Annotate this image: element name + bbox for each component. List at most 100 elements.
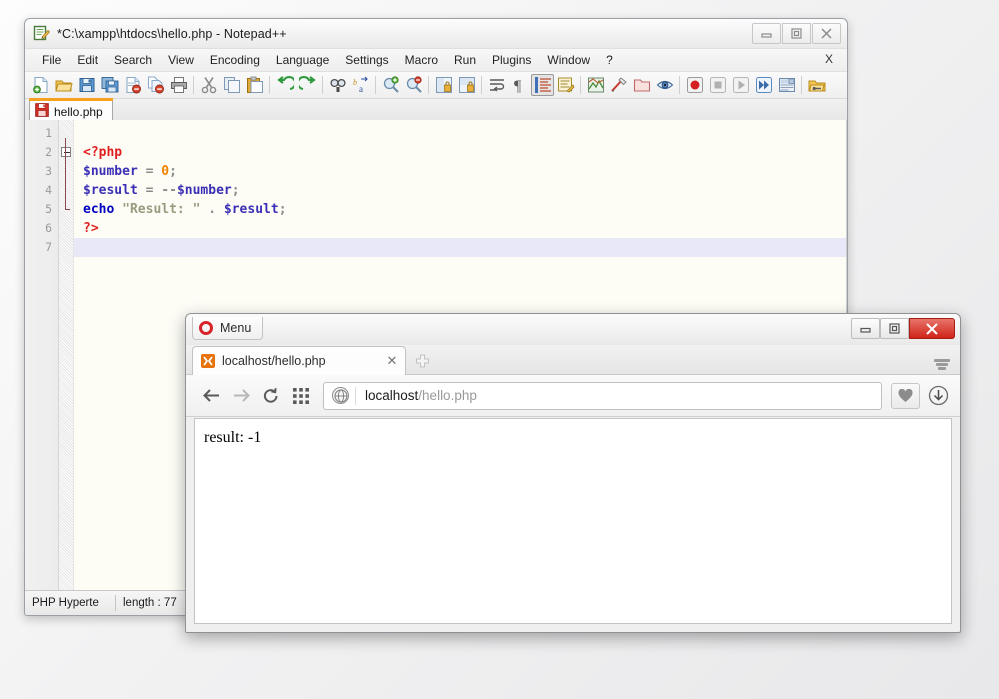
- opera-browser-window[interactable]: Menu localhost/hello.php ✕: [185, 313, 961, 633]
- zoom-out-icon[interactable]: [402, 74, 425, 96]
- tab-menu-icon[interactable]: [934, 359, 950, 370]
- opera-tabstrip[interactable]: localhost/hello.php ✕: [186, 345, 960, 375]
- close-file-icon[interactable]: [121, 74, 144, 96]
- opera-o-icon: [199, 321, 213, 335]
- menu-item-search[interactable]: Search: [106, 51, 160, 70]
- menu-item-edit[interactable]: Edit: [69, 51, 106, 70]
- open-file-icon[interactable]: [52, 74, 75, 96]
- menu-item-language[interactable]: Language: [268, 51, 337, 70]
- code-line[interactable]: <?php: [74, 143, 846, 162]
- toolbar-separator: [193, 76, 194, 94]
- heart-icon[interactable]: [891, 383, 920, 409]
- speed-dial-grid-icon[interactable]: [286, 382, 316, 410]
- find-icon[interactable]: [326, 74, 349, 96]
- opera-menu-button[interactable]: Menu: [192, 317, 263, 340]
- address-host: localhost: [365, 388, 418, 403]
- word-wrap-icon[interactable]: [485, 74, 508, 96]
- code-line[interactable]: [74, 124, 846, 143]
- menu-item-run[interactable]: Run: [446, 51, 484, 70]
- redo-icon[interactable]: [296, 74, 319, 96]
- zoom-in-icon[interactable]: [379, 74, 402, 96]
- menu-item-window[interactable]: Window: [539, 51, 598, 70]
- fold-guide-end: [65, 209, 70, 210]
- globe-icon[interactable]: [332, 387, 349, 404]
- save-all-icon[interactable]: [98, 74, 121, 96]
- close-icon[interactable]: ✕: [383, 353, 401, 369]
- plus-icon[interactable]: [415, 354, 430, 369]
- notepadpp-minimize-button[interactable]: [752, 23, 781, 44]
- opera-minimize-button[interactable]: [851, 318, 880, 339]
- xampp-favicon: [201, 354, 215, 368]
- close-document-button[interactable]: X: [821, 52, 837, 66]
- menu-item-view[interactable]: View: [160, 51, 202, 70]
- sync-vertical-scroll-icon[interactable]: [432, 74, 455, 96]
- menu-item-encoding[interactable]: Encoding: [202, 51, 268, 70]
- paste-icon[interactable]: [243, 74, 266, 96]
- notepadpp-toolbar[interactable]: ba ¶: [25, 72, 847, 99]
- show-all-characters-icon[interactable]: ¶: [508, 74, 531, 96]
- indent-guide-icon[interactable]: [531, 74, 554, 96]
- code-line[interactable]: ?>: [74, 219, 846, 238]
- address-bar-divider: [355, 387, 356, 405]
- monitoring-icon[interactable]: [653, 74, 676, 96]
- line-number: 7: [25, 238, 58, 257]
- close-all-icon[interactable]: [144, 74, 167, 96]
- back-arrow-icon[interactable]: [196, 382, 226, 410]
- download-arrow-icon[interactable]: [926, 384, 950, 408]
- run-icon[interactable]: [805, 74, 828, 96]
- browser-page-content[interactable]: result: -1: [194, 418, 952, 624]
- save-icon[interactable]: [75, 74, 98, 96]
- undo-icon[interactable]: [273, 74, 296, 96]
- notepadpp-menubar[interactable]: File Edit Search View Encoding Language …: [25, 49, 847, 72]
- notepadpp-close-button[interactable]: [812, 23, 841, 44]
- document-map-icon[interactable]: [584, 74, 607, 96]
- reload-icon[interactable]: [256, 382, 286, 410]
- print-icon[interactable]: [167, 74, 190, 96]
- folder-as-workspace-icon[interactable]: [630, 74, 653, 96]
- status-language: PHP Hyperte: [25, 595, 116, 611]
- toolbar-separator: [428, 76, 429, 94]
- opera-navigation-bar[interactable]: localhost/hello.php: [186, 375, 960, 417]
- macro-record-icon[interactable]: [683, 74, 706, 96]
- opera-maximize-button[interactable]: [880, 318, 909, 339]
- function-list-icon[interactable]: [607, 74, 630, 96]
- notepadpp-maximize-button[interactable]: [782, 23, 811, 44]
- menu-item-file[interactable]: File: [34, 51, 69, 70]
- copy-icon[interactable]: [220, 74, 243, 96]
- menu-item-macro[interactable]: Macro: [397, 51, 446, 70]
- notepadpp-window-controls[interactable]: [752, 23, 841, 44]
- notepadpp-titlebar[interactable]: *C:\xampp\htdocs\hello.php - Notepad++: [25, 19, 847, 49]
- code-line[interactable]: $number = 0;: [74, 162, 846, 181]
- macro-play-icon[interactable]: [729, 74, 752, 96]
- macro-save-icon[interactable]: [775, 74, 798, 96]
- fold-row[interactable]: [59, 143, 73, 162]
- opera-close-button[interactable]: [909, 318, 955, 339]
- new-file-icon[interactable]: [29, 74, 52, 96]
- forward-arrow-icon[interactable]: [226, 382, 256, 410]
- sync-horizontal-scroll-icon[interactable]: [455, 74, 478, 96]
- code-line[interactable]: echo "Result: " . $result;: [74, 200, 846, 219]
- code-token: ;: [279, 202, 287, 217]
- opera-titlebar[interactable]: Menu: [186, 314, 960, 345]
- code-token: .: [208, 202, 216, 217]
- code-token: $result: [224, 202, 279, 217]
- macro-playback-multiple-icon[interactable]: [752, 74, 775, 96]
- code-fold-margin[interactable]: [59, 120, 74, 590]
- replace-icon[interactable]: ba: [349, 74, 372, 96]
- address-bar[interactable]: localhost/hello.php: [323, 382, 882, 410]
- user-defined-language-icon[interactable]: [554, 74, 577, 96]
- code-line[interactable]: [74, 238, 846, 257]
- menu-item-settings[interactable]: Settings: [337, 51, 396, 70]
- code-token: [114, 202, 122, 217]
- line-number: 2: [25, 143, 58, 162]
- menu-item-plugins[interactable]: Plugins: [484, 51, 539, 70]
- browser-tab-localhost-hello-php[interactable]: localhost/hello.php ✕: [192, 346, 406, 375]
- cut-icon[interactable]: [197, 74, 220, 96]
- code-line[interactable]: $result = --$number;: [74, 181, 846, 200]
- fold-collapse-icon[interactable]: [61, 147, 71, 157]
- opera-window-controls[interactable]: [851, 318, 955, 339]
- fold-guide-line: [65, 138, 66, 210]
- macro-stop-icon[interactable]: [706, 74, 729, 96]
- menu-item-help[interactable]: ?: [598, 51, 621, 70]
- address-bar-text[interactable]: localhost/hello.php: [365, 388, 477, 403]
